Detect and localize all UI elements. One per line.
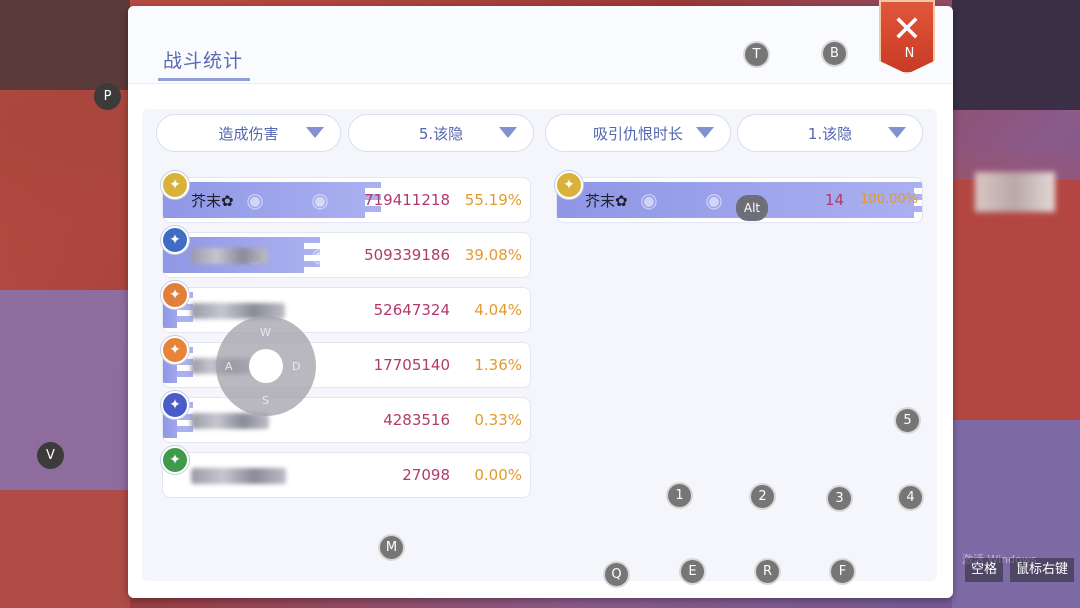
joystick-down-label: S <box>262 394 269 407</box>
hotkey-2-badge[interactable]: 2 <box>749 483 776 510</box>
cat-pattern-icon: ◉ <box>311 188 329 212</box>
background-carpet <box>0 490 130 608</box>
hotkey-f-badge[interactable]: F <box>829 558 856 585</box>
leaf-emblem-icon: ✦ <box>161 281 189 309</box>
damage-category-label: 造成伤害 <box>218 124 279 143</box>
chevron-down-icon <box>888 127 906 138</box>
joystick-left-label: A <box>225 360 233 373</box>
stat-percent: 1.36% <box>474 356 522 374</box>
ranking-row[interactable]: ◉ ◉ 芥末✿ 719411218 55.19% <box>162 177 531 223</box>
tree-emblem-icon: ✦ <box>161 446 189 474</box>
anchor-emblem-icon: ✦ <box>161 226 189 254</box>
ranking-row[interactable]: 27098 0.00% <box>162 452 531 498</box>
player-name: 芥末✿ <box>191 192 234 210</box>
censored-player-name <box>191 468 286 484</box>
hotkey-m-badge[interactable]: M <box>378 534 405 561</box>
player-name: 芥末✿ <box>585 192 628 210</box>
hotkey-b-badge[interactable]: B <box>821 40 848 67</box>
stat-percent: 4.04% <box>474 301 522 319</box>
censored-nameplate <box>975 172 1055 212</box>
background-scenery <box>0 0 130 90</box>
movement-joystick[interactable]: W A S D <box>216 316 316 416</box>
ranking-row[interactable]: ◉◉50933918639.08% <box>162 232 531 278</box>
hotkey-v-badge[interactable]: V <box>37 442 64 469</box>
stat-value: 4283516 <box>383 411 450 429</box>
hotkey-t-badge[interactable]: T <box>743 41 770 68</box>
hotkey-p-badge[interactable]: P <box>94 83 121 110</box>
hotkey-4-badge[interactable]: 4 <box>897 484 924 511</box>
stat-value: 27098 <box>402 466 450 484</box>
hotkey-e-badge[interactable]: E <box>679 558 706 585</box>
aggro-target-select[interactable]: 1.该隐 <box>737 114 923 152</box>
stat-percent: 100.00% <box>860 192 918 207</box>
aggro-target-label: 1.该隐 <box>807 124 853 143</box>
sun-emblem-icon: ✦ <box>161 171 189 199</box>
title-tab-indicator <box>158 78 250 81</box>
censored-player-name <box>191 248 268 264</box>
hotkey-n-badge[interactable]: N <box>896 40 923 67</box>
aggro-category-select[interactable]: 吸引仇恨时长 <box>545 114 731 152</box>
stat-value: 52647324 <box>373 301 450 319</box>
stat-percent: 0.33% <box>474 411 522 429</box>
hotkey-q-badge[interactable]: Q <box>603 561 630 588</box>
space-key-hint[interactable]: 空格 <box>965 558 1004 582</box>
hotkey-1-badge[interactable]: 1 <box>666 482 693 509</box>
damage-target-select[interactable]: 5.该隐 <box>348 114 534 152</box>
stat-percent: 0.00% <box>474 466 522 484</box>
hotkey-r-badge[interactable]: R <box>754 558 781 585</box>
stat-percent: 55.19% <box>464 191 522 209</box>
right-click-hint[interactable]: 鼠标右键 <box>1010 558 1075 582</box>
background-carpet <box>952 180 1080 420</box>
aggro-category-label: 吸引仇恨时长 <box>592 124 683 143</box>
panel-title: 战斗统计 <box>163 50 244 72</box>
damage-target-label: 5.该隐 <box>418 124 464 143</box>
stat-value: 17705140 <box>373 356 450 374</box>
ranking-row[interactable]: 52647324 4.04% <box>162 287 531 333</box>
hotkey-3-badge[interactable]: 3 <box>826 485 853 512</box>
stat-value: 719411218 <box>364 191 450 209</box>
chevron-down-icon <box>499 127 517 138</box>
hotkey-5-badge[interactable]: 5 <box>894 407 921 434</box>
stat-percent: 39.08% <box>464 246 522 264</box>
chevron-down-icon <box>696 127 714 138</box>
background-floor-tile <box>0 290 130 490</box>
cat-pattern-icon: ◉ <box>311 243 329 267</box>
cat-pattern-icon: ◉ <box>705 188 723 212</box>
sun-emblem-icon: ✦ <box>555 171 583 199</box>
wing-emblem-icon: ✦ <box>161 391 189 419</box>
joystick-up-label: W <box>260 326 271 339</box>
cat-pattern-icon: ◉ <box>640 188 658 212</box>
joystick-right-label: D <box>292 360 301 373</box>
joystick-knob[interactable] <box>249 349 283 383</box>
ranking-row[interactable]: 4283516 0.33% <box>162 397 531 443</box>
chevron-down-icon <box>306 127 324 138</box>
cat-pattern-icon: ◉ <box>246 188 264 212</box>
flame-emblem-icon: ✦ <box>161 336 189 364</box>
stat-value: 509339186 <box>364 246 450 264</box>
damage-category-select[interactable]: 造成伤害 <box>156 114 341 152</box>
stat-value: 14 <box>824 191 844 209</box>
background-scenery <box>952 0 1080 110</box>
hotkey-alt-badge[interactable]: Alt <box>736 195 768 221</box>
